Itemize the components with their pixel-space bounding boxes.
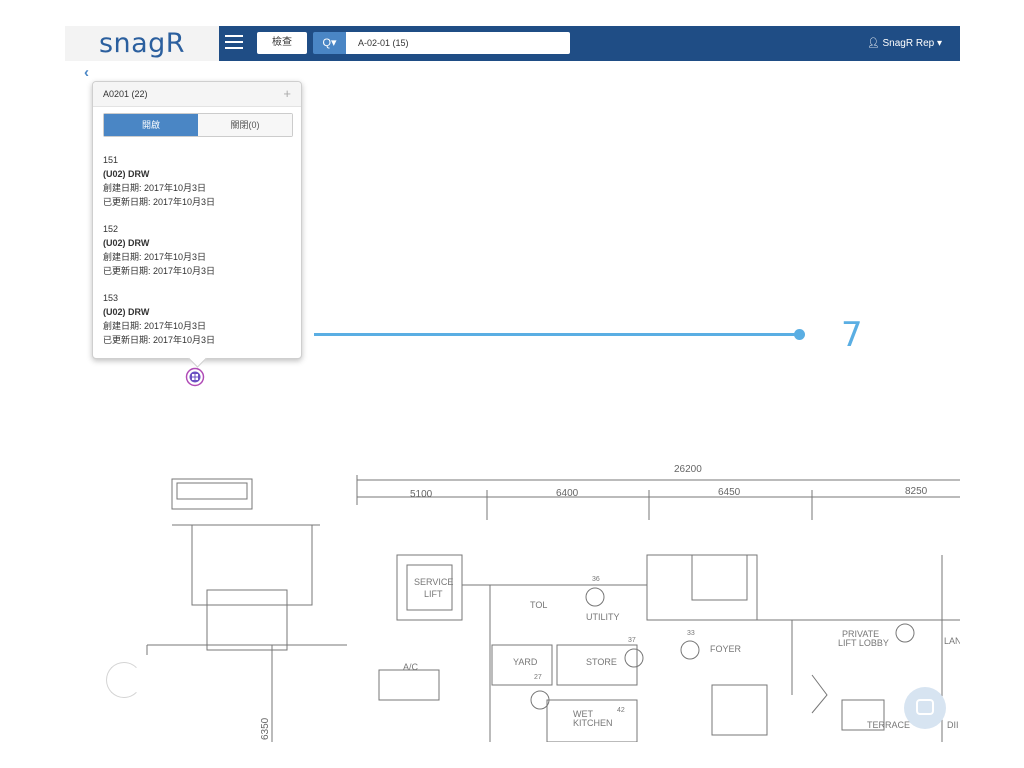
room-label: YARD bbox=[513, 657, 538, 667]
issue-id: 151 bbox=[103, 155, 119, 165]
list-item[interactable]: 152 (U02) DRW 創建日期: 2017年10月3日 已更新日期: 20… bbox=[103, 222, 293, 278]
issue-name: (U02) DRW bbox=[103, 169, 150, 179]
dimension-label: 6350 bbox=[260, 717, 271, 740]
location-pin-icon[interactable] bbox=[185, 367, 205, 387]
room-label: SERVICE bbox=[414, 577, 453, 587]
tab-open[interactable]: 開啟 bbox=[104, 114, 198, 136]
dimension-label: 26200 bbox=[674, 464, 702, 475]
room-label: DII bbox=[947, 720, 959, 730]
room-label: LAN bbox=[944, 636, 960, 646]
issue-updated: 已更新日期: 2017年10月3日 bbox=[103, 197, 216, 207]
add-icon[interactable]: + bbox=[283, 82, 291, 106]
dimension-label: 6450 bbox=[718, 487, 741, 498]
search-input[interactable] bbox=[346, 32, 570, 54]
room-number: 33 bbox=[687, 630, 695, 637]
issue-created: 創建日期: 2017年10月3日 bbox=[103, 252, 207, 262]
popover-title: A0201 (22) bbox=[103, 89, 148, 99]
logo[interactable]: snagR bbox=[65, 26, 219, 61]
issue-popover: A0201 (22) + 開啟 關閉(0) 151 (U02) DRW 創建日期… bbox=[92, 81, 302, 368]
slider-track[interactable] bbox=[314, 333, 799, 336]
room-number: 27 bbox=[534, 674, 542, 681]
room-label: STORE bbox=[586, 657, 617, 667]
list-item[interactable]: 153 (U02) DRW 創建日期: 2017年10月3日 已更新日期: 20… bbox=[103, 291, 293, 347]
room-label: TOL bbox=[530, 600, 547, 610]
room-number: 36 bbox=[592, 576, 600, 583]
room-label: LIFT bbox=[424, 589, 443, 599]
room-label: LIFT LOBBY bbox=[838, 638, 889, 648]
issue-updated: 已更新日期: 2017年10月3日 bbox=[103, 335, 216, 345]
room-label: KITCHEN bbox=[573, 718, 613, 728]
type-select[interactable]: 檢查 bbox=[257, 32, 307, 54]
room-label: FOYER bbox=[710, 644, 742, 654]
collapse-chevron-icon[interactable]: ‹ bbox=[84, 64, 89, 81]
top-navbar: snagR 檢查 Q▾ 👤︎ SnagR Rep ▾ bbox=[65, 26, 960, 61]
room-label: A/C bbox=[403, 662, 419, 672]
chat-icon[interactable] bbox=[904, 687, 946, 729]
user-menu[interactable]: 👤︎ SnagR Rep ▾ bbox=[867, 26, 942, 61]
list-item[interactable]: 151 (U02) DRW 創建日期: 2017年10月3日 已更新日期: 20… bbox=[103, 153, 293, 209]
issue-name: (U02) DRW bbox=[103, 238, 150, 248]
issue-list: 151 (U02) DRW 創建日期: 2017年10月3日 已更新日期: 20… bbox=[103, 153, 293, 360]
room-number: 42 bbox=[617, 707, 625, 714]
user-name: SnagR Rep ▾ bbox=[882, 38, 943, 49]
dimension-label: 5100 bbox=[410, 489, 433, 500]
issue-created: 創建日期: 2017年10月3日 bbox=[103, 183, 207, 193]
popover-header: A0201 (22) + bbox=[93, 82, 301, 107]
dimension-label: 6400 bbox=[556, 488, 579, 499]
room-label: TERRACE bbox=[867, 720, 910, 730]
plan-decoration bbox=[106, 662, 142, 698]
logo-text: snagR bbox=[98, 28, 186, 59]
slider-handle[interactable] bbox=[794, 329, 805, 340]
issue-id: 153 bbox=[103, 293, 119, 303]
room-number: 37 bbox=[628, 637, 636, 644]
hamburger-menu-icon[interactable] bbox=[225, 35, 243, 51]
search-options-button[interactable]: Q▾ bbox=[313, 32, 346, 54]
status-toggle: 開啟 關閉(0) bbox=[103, 113, 293, 137]
slider-value: 7 bbox=[841, 315, 863, 355]
tab-closed[interactable]: 關閉(0) bbox=[198, 114, 292, 136]
dimension-label: 8250 bbox=[905, 486, 928, 497]
issue-name: (U02) DRW bbox=[103, 307, 150, 317]
issue-id: 152 bbox=[103, 224, 119, 234]
issue-updated: 已更新日期: 2017年10月3日 bbox=[103, 266, 216, 276]
user-icon: 👤︎ bbox=[867, 38, 880, 49]
issue-created: 創建日期: 2017年10月3日 bbox=[103, 321, 207, 331]
floor-plan[interactable]: 26200 5100 6400 6450 8250 6350 SERVICE L… bbox=[92, 455, 960, 742]
room-label: UTILITY bbox=[586, 612, 620, 622]
